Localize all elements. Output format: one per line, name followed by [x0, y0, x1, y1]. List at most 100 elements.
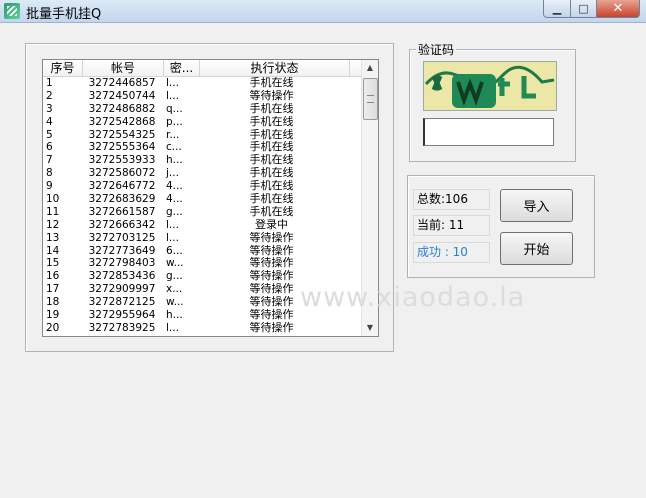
table-row[interactable]: 11 3272661587 g... 手机在线 [43, 206, 361, 219]
cell-account: 3272703125 [88, 231, 156, 244]
cell-status: 手机在线 [249, 154, 294, 167]
cell-index: 15 [46, 257, 60, 270]
column-header-password[interactable]: 密... [164, 60, 200, 76]
current-index: 当前: 11 [413, 215, 490, 236]
cell-password: x... [166, 283, 183, 296]
table-row[interactable]: 20 3272783925 l... 等待操作 [43, 322, 361, 335]
scroll-thumb[interactable] [363, 78, 378, 120]
cell-account: 3272553933 [88, 154, 156, 167]
cell-password: l... [166, 218, 179, 231]
cell-index: 12 [46, 218, 60, 231]
cell-password: l... [166, 89, 179, 102]
cell-index: 9 [46, 180, 53, 193]
cell-index: 16 [46, 270, 60, 283]
cell-status: 手机在线 [249, 205, 294, 218]
cell-index: 11 [46, 205, 60, 218]
table-row[interactable]: 4 3272542868 p... 手机在线 [43, 116, 361, 129]
cell-index: 14 [46, 244, 60, 257]
window-title: 批量手机挂Q [26, 7, 102, 22]
cell-account: 3272555364 [88, 141, 156, 154]
cell-account: 3272542868 [88, 115, 156, 128]
cell-index: 13 [46, 231, 60, 244]
cell-index: 6 [46, 141, 53, 154]
cell-password: g... [166, 270, 183, 283]
cell-account: 3272661587 [88, 205, 156, 218]
table-row[interactable]: 5 3272554325 r... 手机在线 [43, 129, 361, 142]
cell-index: 8 [46, 167, 53, 180]
maximize-button[interactable]: □ [571, 0, 597, 18]
cell-status: 手机在线 [249, 77, 294, 89]
import-button[interactable]: 导入 [500, 189, 573, 222]
cell-account: 3272853436 [88, 270, 156, 283]
cell-status: 手机在线 [249, 128, 294, 141]
watermark: www.xiaodao.la [300, 282, 526, 313]
cell-password: h... [166, 309, 183, 322]
table-row[interactable]: 10 3272683629 4... 手机在线 [43, 193, 361, 206]
captcha-image[interactable] [423, 61, 557, 111]
cell-account: 3272683629 [88, 193, 156, 206]
cell-password: 6... [166, 244, 183, 257]
close-button[interactable]: ✕ [597, 0, 640, 18]
cell-password: w... [166, 257, 184, 270]
app-icon [4, 3, 20, 19]
cell-account: 3272783925 [88, 321, 156, 334]
cell-index: 7 [46, 154, 53, 167]
table-row[interactable]: 8 3272586072 j... 手机在线 [43, 167, 361, 180]
scroll-down-icon[interactable]: ▼ [362, 320, 378, 336]
cell-password: l... [166, 321, 179, 334]
table-row[interactable]: 15 3272798403 w... 等待操作 [43, 257, 361, 270]
cell-password: 4... [166, 193, 183, 206]
cell-account: 3272955964 [88, 309, 156, 322]
cell-password: p... [166, 115, 183, 128]
cell-account: 3272586072 [88, 167, 156, 180]
cell-password: l... [166, 77, 179, 89]
column-header-account[interactable]: 帐号 [83, 60, 164, 76]
cell-status: 等待操作 [249, 321, 294, 334]
title-bar[interactable]: 批量手机挂Q ▁ □ ✕ [0, 0, 646, 23]
scroll-up-icon[interactable]: ▲ [362, 60, 378, 76]
table-row[interactable]: 13 3272703125 l... 等待操作 [43, 232, 361, 245]
captcha-legend: 验证码 [416, 41, 457, 58]
cell-password: w... [166, 296, 184, 309]
cell-account: 3272773649 [88, 244, 156, 257]
cell-account: 3272486882 [88, 102, 156, 115]
list-header: 序号 帐号 密... 执行状态 [43, 60, 361, 77]
cell-index: 19 [46, 309, 60, 322]
start-button[interactable]: 开始 [500, 232, 573, 265]
table-row[interactable]: 2 3272450744 l... 等待操作 [43, 90, 361, 103]
cell-index: 17 [46, 283, 60, 296]
table-row[interactable]: 12 3272666342 l... 登录中 [43, 219, 361, 232]
cell-status: 手机在线 [249, 115, 294, 128]
table-row[interactable]: 6 3272555364 c... 手机在线 [43, 141, 361, 154]
cell-password: q... [166, 102, 183, 115]
cell-status: 登录中 [255, 218, 288, 231]
column-header-status[interactable]: 执行状态 [200, 60, 350, 76]
table-row[interactable]: 3 3272486882 q... 手机在线 [43, 103, 361, 116]
cell-status: 等待操作 [249, 257, 294, 270]
cell-status: 等待操作 [249, 244, 294, 257]
table-row[interactable]: 1 3272446857 l... 手机在线 [43, 77, 361, 90]
cell-index: 2 [46, 89, 53, 102]
cell-status: 手机在线 [249, 180, 294, 193]
cell-password: r... [166, 128, 180, 141]
cell-password: l... [166, 231, 179, 244]
total-count: 总数:106 [413, 189, 490, 210]
cell-index: 1 [46, 77, 53, 89]
cell-index: 5 [46, 128, 53, 141]
cell-index: 4 [46, 115, 53, 128]
cell-account: 3272872125 [88, 296, 156, 309]
cell-status: 手机在线 [249, 102, 294, 115]
captcha-input[interactable] [423, 118, 554, 146]
close-icon: ✕ [612, 1, 624, 16]
cell-status: 等待操作 [249, 231, 294, 244]
cell-password: h... [166, 154, 183, 167]
cell-account: 3272666342 [88, 218, 156, 231]
column-header-index[interactable]: 序号 [43, 60, 83, 76]
cell-password: j... [166, 167, 179, 180]
table-row[interactable]: 9 3272646772 4... 手机在线 [43, 180, 361, 193]
table-row[interactable]: 14 3272773649 6... 等待操作 [43, 245, 361, 258]
cell-account: 3272446857 [88, 77, 156, 89]
table-row[interactable]: 7 3272553933 h... 手机在线 [43, 154, 361, 167]
minimize-button[interactable]: ▁ [543, 0, 571, 18]
cell-account: 3272909997 [88, 283, 156, 296]
